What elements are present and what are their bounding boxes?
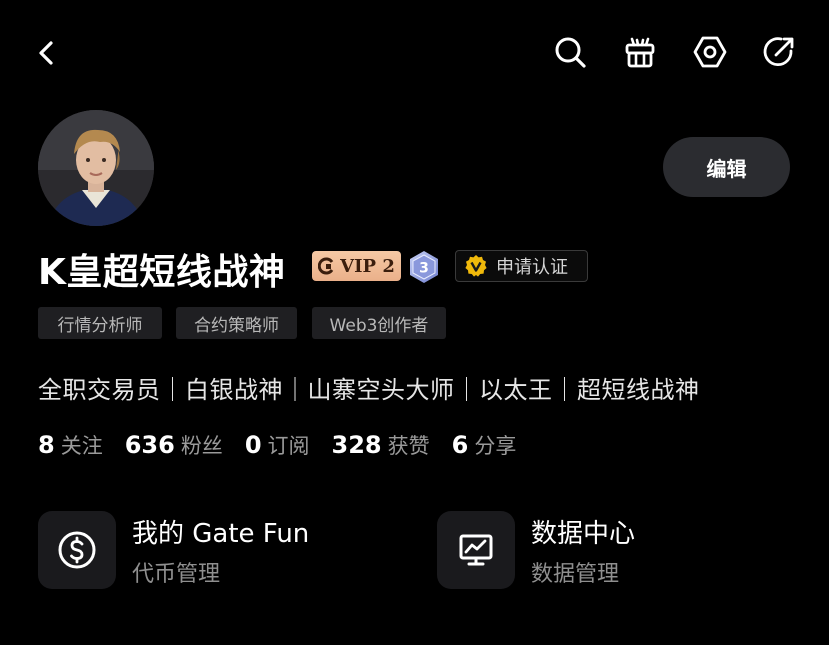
stat-label: 订阅 xyxy=(267,434,310,458)
share-button[interactable] xyxy=(761,34,797,70)
avatar-photo xyxy=(38,110,154,226)
level-number: 3 xyxy=(419,261,429,277)
stat-shares[interactable]: 6 分享 xyxy=(452,430,517,460)
edit-profile-button[interactable]: 编辑 xyxy=(663,137,790,197)
stat-value: 636 xyxy=(124,431,175,459)
level-badge[interactable]: 3 xyxy=(408,250,440,284)
tag-item: Web3创作者 xyxy=(312,307,446,339)
stat-label: 粉丝 xyxy=(180,434,223,458)
card-subtitle: 数据管理 xyxy=(531,562,620,587)
stat-value: 0 xyxy=(244,431,262,459)
share-icon xyxy=(763,37,794,67)
hexagon-level-icon: 3 xyxy=(410,251,438,283)
card-icon-box xyxy=(437,511,515,589)
gift-button[interactable] xyxy=(622,34,658,70)
vip-badge[interactable]: VIP 2 xyxy=(312,251,401,281)
search-button[interactable] xyxy=(552,34,588,70)
tag-item: 行情分析师 xyxy=(38,307,162,339)
apply-verification-button[interactable]: 申请认证 xyxy=(455,250,588,282)
hexagon-settings-icon xyxy=(693,36,727,68)
card-title: 数据中心 xyxy=(531,519,636,549)
tag-item: 合约策略师 xyxy=(176,307,297,339)
card-title: 我的 Gate Fun xyxy=(132,519,310,549)
stat-likes[interactable]: 328 获赞 xyxy=(332,430,430,460)
settings-button[interactable] xyxy=(692,34,728,70)
chart-monitor-icon xyxy=(459,534,493,566)
verify-label: 申请认证 xyxy=(496,257,568,278)
stat-value: 8 xyxy=(38,431,55,459)
vip-label: VIP 2 xyxy=(340,255,395,277)
stat-label: 关注 xyxy=(60,434,103,458)
profile-bio: 全职交易员｜白银战神｜山寨空头大师｜以太王｜超短线战神 xyxy=(38,376,700,404)
gate-fun-card[interactable]: 我的 Gate Fun 代币管理 xyxy=(38,511,398,591)
stat-label: 分享 xyxy=(474,434,517,458)
search-icon xyxy=(555,37,586,68)
card-icon-box xyxy=(38,511,116,589)
profile-name: K皇超短线战神 xyxy=(38,252,286,293)
chevron-left-icon xyxy=(39,41,53,65)
card-subtitle: 代币管理 xyxy=(132,562,221,587)
stat-followers[interactable]: 636 粉丝 xyxy=(125,430,223,460)
dollar-coin-icon xyxy=(58,531,96,569)
stats-row: 8 关注 636 粉丝 0 订阅 328 获赞 6 分享 xyxy=(38,430,538,460)
gift-icon xyxy=(625,37,655,68)
avatar[interactable] xyxy=(38,110,154,226)
stat-subscriptions[interactable]: 0 订阅 xyxy=(245,430,310,460)
stat-value: 328 xyxy=(331,431,382,459)
stat-label: 获赞 xyxy=(387,434,430,458)
data-center-card[interactable]: 数据中心 数据管理 xyxy=(437,511,797,591)
stat-value: 6 xyxy=(451,431,469,459)
back-button[interactable] xyxy=(30,36,64,70)
verified-badge-icon xyxy=(465,255,487,277)
gate-logo-icon xyxy=(318,257,334,275)
stat-following[interactable]: 8 关注 xyxy=(38,430,103,460)
